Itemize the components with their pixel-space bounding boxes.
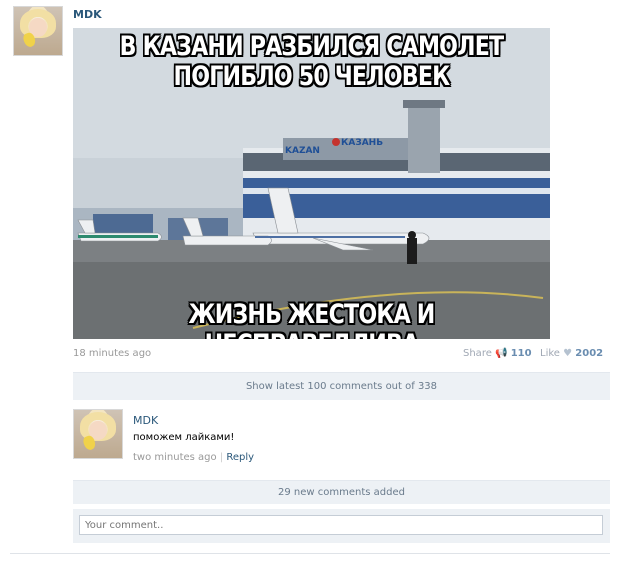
like-count: 2002 (575, 348, 604, 359)
comment-meta: two minutes ago | Reply (133, 452, 254, 463)
post-image[interactable]: KAZAN КАЗАНЬ В КАЗАНИ РАЗБИЛСЯ САМОЛЕТ П… (73, 28, 550, 339)
meme-top-line-2: ПОГИБЛО 50 ЧЕЛОВЕК (173, 61, 451, 92)
meme-top-line-1: В КАЗАНИ РАЗБИЛСЯ САМОЛЕТ (119, 31, 505, 62)
post-time[interactable]: 18 minutes ago (73, 348, 151, 359)
sign-kazan-cyrillic: КАЗАНЬ (341, 138, 383, 148)
post-author-avatar[interactable] (13, 6, 63, 56)
megaphone-icon: 📢 (495, 348, 508, 359)
like-button[interactable]: Like ♥ 2002 (540, 348, 603, 359)
reply-link[interactable]: Reply (226, 452, 254, 463)
meme-bottom-line: ЖИЗНЬ ЖЕСТОКА И НЕСПРАВЕДЛИВА (188, 299, 435, 340)
comment-time[interactable]: two minutes ago (133, 452, 217, 463)
comment-meta-separator: | (219, 452, 224, 463)
comment-input[interactable] (79, 515, 603, 535)
post-divider (10, 553, 610, 554)
comment-text: поможем лайками! (133, 432, 235, 443)
comment-author-avatar[interactable] (73, 409, 123, 459)
heart-icon: ♥ (563, 348, 573, 359)
post-author-name[interactable]: MDK (73, 8, 102, 21)
sign-kazan-latin: KAZAN (285, 146, 320, 156)
new-comments-bar[interactable]: 29 new comments added (73, 480, 610, 504)
share-label: Share (463, 348, 492, 359)
like-label: Like (540, 348, 560, 359)
show-comments-bar[interactable]: Show latest 100 comments out of 338 (73, 372, 610, 400)
comment-author-name[interactable]: MDK (133, 414, 158, 427)
share-button[interactable]: Share 📢 110 (463, 348, 532, 359)
share-count: 110 (510, 348, 532, 359)
